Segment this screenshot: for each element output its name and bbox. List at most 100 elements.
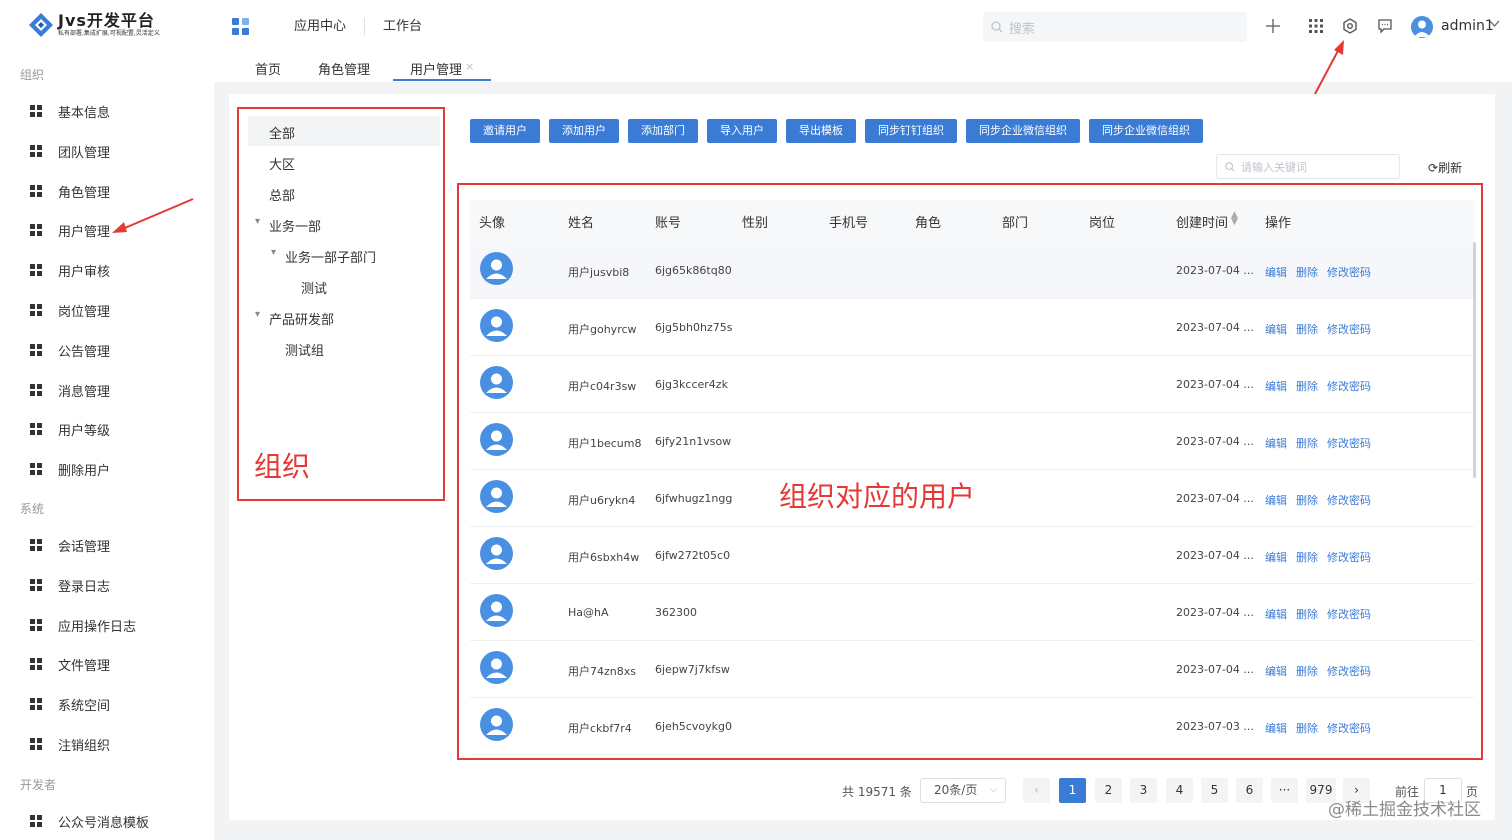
edit-link[interactable]: 编辑 <box>1265 606 1287 622</box>
grid-icon <box>30 423 43 436</box>
edit-link[interactable]: 编辑 <box>1265 663 1287 679</box>
created-time-cell: 2023-07-04 ... <box>1176 663 1254 676</box>
page-number-button[interactable]: 2 <box>1095 778 1122 803</box>
sidebar-item[interactable]: 文件管理 <box>30 655 110 674</box>
edit-link[interactable]: 编辑 <box>1265 264 1287 280</box>
delete-link[interactable]: 删除 <box>1296 264 1318 280</box>
chevron-down-icon[interactable] <box>1489 19 1500 30</box>
page-number-button[interactable]: ··· <box>1271 778 1298 803</box>
sidebar-item[interactable]: 公告管理 <box>30 341 110 360</box>
delete-link[interactable]: 删除 <box>1296 435 1318 451</box>
user-name-cell: 用户6sbxh4w <box>568 551 640 564</box>
user-name[interactable]: admin1 <box>1441 18 1494 34</box>
change-password-link[interactable]: 修改密码 <box>1327 720 1371 736</box>
change-password-link[interactable]: 修改密码 <box>1327 663 1371 679</box>
search-icon <box>991 21 1003 33</box>
edit-link[interactable]: 编辑 <box>1265 378 1287 394</box>
toolbar-button[interactable]: 添加部门 <box>628 119 698 143</box>
edit-link[interactable]: 编辑 <box>1265 321 1287 337</box>
sidebar-item[interactable]: 会话管理 <box>30 536 110 555</box>
apps-grid-icon[interactable] <box>1306 16 1326 36</box>
change-password-link[interactable]: 修改密码 <box>1327 492 1371 508</box>
page-number-button[interactable]: 1 <box>1059 778 1086 803</box>
edit-link[interactable]: 编辑 <box>1265 549 1287 565</box>
sidebar-item[interactable]: 系统空间 <box>30 695 110 714</box>
delete-link[interactable]: 删除 <box>1296 492 1318 508</box>
grid-icon <box>30 344 43 357</box>
table-column-header: 头像 <box>479 216 506 231</box>
table-scrollbar[interactable] <box>1473 242 1476 478</box>
settings-gear-icon[interactable] <box>1340 16 1360 36</box>
grid-icon <box>30 264 43 277</box>
app-switcher-icon[interactable] <box>232 18 250 36</box>
delete-link[interactable]: 删除 <box>1296 606 1318 622</box>
page-number-button[interactable]: 5 <box>1201 778 1228 803</box>
edit-link[interactable]: 编辑 <box>1265 720 1287 736</box>
refresh-button[interactable]: ⟳刷新 <box>1428 159 1462 176</box>
toolbar-button[interactable]: 添加用户 <box>549 119 619 143</box>
sidebar-item[interactable]: 基本信息 <box>30 102 110 121</box>
toolbar-button[interactable]: 同步钉钉组织 <box>865 119 957 143</box>
prev-page-button[interactable]: ‹ <box>1023 778 1050 803</box>
sidebar-item[interactable]: 消息管理 <box>30 381 110 400</box>
sidebar-item[interactable]: 登录日志 <box>30 576 110 595</box>
user-avatar[interactable] <box>1411 16 1433 38</box>
sidebar-item[interactable]: 角色管理 <box>30 182 110 201</box>
delete-link[interactable]: 删除 <box>1296 378 1318 394</box>
edit-link[interactable]: 编辑 <box>1265 492 1287 508</box>
delete-link[interactable]: 删除 <box>1296 549 1318 565</box>
page-number-button[interactable]: 4 <box>1166 778 1193 803</box>
table-column-header: 性别 <box>742 216 769 231</box>
toolbar-button[interactable]: 邀请用户 <box>470 119 540 143</box>
tab-user-management[interactable]: 用户管理 <box>410 59 462 78</box>
toolbar-button[interactable]: 同步企业微信组织 <box>966 119 1080 143</box>
sidebar-item-label: 文件管理 <box>58 659 111 674</box>
sidebar-item-label: 公众号消息模板 <box>58 816 150 831</box>
sidebar-item[interactable]: 岗位管理 <box>30 301 110 320</box>
toolbar-button[interactable]: 导出模板 <box>786 119 856 143</box>
edit-link[interactable]: 编辑 <box>1265 435 1287 451</box>
sidebar-item[interactable]: 注销组织 <box>30 735 110 754</box>
page-size-select[interactable]: 20条/页 ⌵ <box>920 778 1006 803</box>
sidebar-item[interactable]: 团队管理 <box>30 142 110 161</box>
message-icon[interactable] <box>1375 16 1395 36</box>
delete-link[interactable]: 删除 <box>1296 321 1318 337</box>
page-number-button[interactable]: 3 <box>1130 778 1157 803</box>
plus-icon[interactable] <box>1263 16 1283 36</box>
tab-role-management[interactable]: 角色管理 <box>318 59 370 78</box>
keyword-search-input[interactable]: 请输入关键词 <box>1216 154 1400 179</box>
sidebar-item[interactable]: 用户审核 <box>30 261 110 280</box>
page-number-button[interactable]: 6 <box>1236 778 1263 803</box>
change-password-link[interactable]: 修改密码 <box>1327 321 1371 337</box>
user-name-cell: 用户gohyrcw <box>568 323 637 336</box>
tab-home[interactable]: 首页 <box>255 59 281 78</box>
pagination-total: 共 19571 条 <box>842 785 912 799</box>
sidebar-item[interactable]: 删除用户 <box>30 460 110 479</box>
grid-icon <box>30 539 43 552</box>
table-column-header[interactable]: 创建时间 <box>1176 212 1228 231</box>
sidebar-item[interactable]: 用户管理 <box>30 221 110 240</box>
sidebar-item[interactable]: 公众号消息模板 <box>30 812 149 831</box>
toolbar-button[interactable]: 导入用户 <box>707 119 777 143</box>
global-search-input[interactable]: 搜索 <box>983 12 1247 42</box>
org-annotation-box <box>237 107 445 501</box>
created-time-cell: 2023-07-04 ... <box>1176 549 1254 562</box>
change-password-link[interactable]: 修改密码 <box>1327 435 1371 451</box>
table-row[interactable] <box>470 584 1474 641</box>
toolbar-button[interactable]: 同步企业微信组织 <box>1089 119 1203 143</box>
org-annotation-label: 组织 <box>254 450 311 483</box>
change-password-link[interactable]: 修改密码 <box>1327 378 1371 394</box>
sidebar-item[interactable]: 应用操作日志 <box>30 616 136 635</box>
nav-app-center[interactable]: 应用中心 <box>276 18 366 36</box>
change-password-link[interactable]: 修改密码 <box>1327 606 1371 622</box>
delete-link[interactable]: 删除 <box>1296 663 1318 679</box>
nav-workbench[interactable]: 工作台 <box>365 18 440 36</box>
app-logo[interactable]: Jvs开发平台 私有部署,集成扩展,可视配置,灵活定义 <box>28 12 160 38</box>
delete-link[interactable]: 删除 <box>1296 720 1318 736</box>
user-name-cell: 用户c04r3sw <box>568 380 637 393</box>
sort-icon[interactable]: ▲ ▼ <box>1231 211 1238 227</box>
tab-close-icon[interactable]: × <box>465 60 474 73</box>
change-password-link[interactable]: 修改密码 <box>1327 264 1371 280</box>
sidebar-item[interactable]: 用户等级 <box>30 420 110 439</box>
change-password-link[interactable]: 修改密码 <box>1327 549 1371 565</box>
